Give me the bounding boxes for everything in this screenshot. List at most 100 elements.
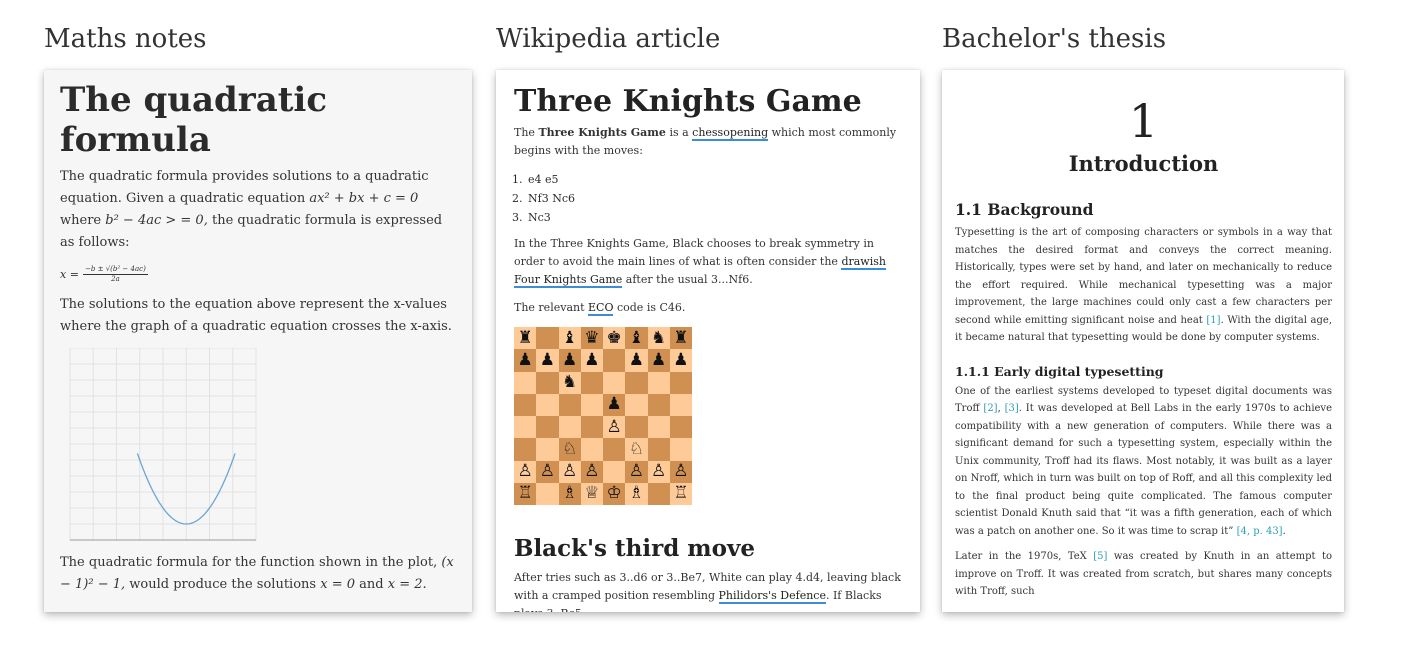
chess-square — [580, 371, 603, 394]
thesis-paragraph-1: Typesetting is the art of composing char… — [955, 227, 1332, 343]
chess-square — [647, 438, 670, 461]
link-philidor[interactable]: Philidors's Defence — [718, 589, 826, 604]
chess-square: ♟ — [514, 349, 537, 372]
chess-square — [603, 460, 626, 483]
chess-square: ♘ — [625, 438, 648, 461]
chess-square — [558, 393, 581, 416]
parabola-plot — [60, 347, 266, 548]
chess-square: ♕ — [580, 482, 603, 505]
maths-title: The quadratic formula — [60, 80, 328, 160]
chess-square — [514, 416, 537, 439]
wikipedia-card: Three Knights Game The Three Knights Gam… — [496, 70, 920, 612]
chess-square: ♖ — [669, 482, 692, 505]
wiki-section-title: Black's third move — [514, 535, 755, 562]
math-equation: ax² + bx + c = 0 — [309, 191, 419, 206]
chess-square: ♛ — [580, 327, 603, 350]
chess-square — [603, 349, 626, 372]
chess-square: ♙ — [580, 460, 603, 483]
chess-square — [625, 371, 648, 394]
maths-notes-card: The quadratic formula The quadratic form… — [44, 70, 472, 612]
chess-square: ♟ — [647, 349, 670, 372]
chess-square: ♙ — [536, 460, 559, 483]
chess-square: ♟ — [603, 393, 626, 416]
chess-square: ♜ — [514, 327, 537, 350]
chess-square: ♗ — [558, 482, 581, 505]
chess-square — [536, 438, 559, 461]
chapter-number: 1 — [1128, 94, 1159, 148]
citation-link[interactable]: [3] — [1005, 403, 1019, 414]
moves-list: e4 e5 Nf3 Nc6 Nc3 — [514, 170, 902, 227]
maths-paragraph-2: The solutions to the equation above repr… — [60, 297, 452, 334]
thesis-card: 1 Introduction 1.1 Background Typesettin… — [942, 70, 1344, 612]
wiki-paragraph-2: In the Three Knights Game, Black chooses… — [514, 237, 886, 288]
chess-square — [647, 393, 670, 416]
citation-link[interactable]: [1] — [1206, 315, 1220, 326]
chess-square: ♝ — [625, 327, 648, 350]
math-condition: b² − 4ac > = 0, — [105, 213, 208, 228]
list-item: Nf3 Nc6 — [526, 189, 902, 208]
link-drawish[interactable]: drawish — [841, 255, 886, 270]
chess-square — [536, 371, 559, 394]
chess-square: ♘ — [558, 438, 581, 461]
chess-board: ♜ ♝ ♛ ♚ ♝ ♞ ♜ ♟ ♟ ♟ ♟ ♟ ♟ ♟ ♞ ♟ ♙ ♘ ♘ ♙ ♙ ♙ ♙ ♙ ♙ ♙ ♖ ♗ ♕ ♔ ♗ ♖ — [514, 327, 692, 505]
wiki-paragraph-3: The relevant ECO code is C46. — [514, 301, 686, 316]
chess-square: ♟ — [536, 349, 559, 372]
column-title-thesis: Bachelor's thesis — [942, 24, 1167, 54]
chess-square: ♟ — [669, 349, 692, 372]
chess-square — [514, 393, 537, 416]
chess-square — [603, 438, 626, 461]
wiki-intro: The Three Knights Game is a chessopening… — [514, 126, 897, 157]
chess-square — [625, 393, 648, 416]
chess-square — [580, 416, 603, 439]
chess-square — [514, 438, 537, 461]
citation-link[interactable]: [4, p. 43] — [1237, 526, 1283, 537]
chess-square — [536, 393, 559, 416]
maths-paragraph-1: The quadratic formula provides solutions… — [60, 169, 443, 250]
chess-square — [536, 327, 559, 350]
chess-square — [514, 371, 537, 394]
chess-square: ♞ — [647, 327, 670, 350]
chess-square: ♟ — [625, 349, 648, 372]
citation-link[interactable]: [5] — [1093, 551, 1107, 562]
chess-square: ♖ — [514, 482, 537, 505]
wiki-paragraph-4: After tries such as 3..d6 or 3..Be7, Whi… — [514, 571, 901, 612]
thesis-paragraph-3: Later in the 1970s, TeX [5] was created … — [955, 551, 1333, 597]
subsection-title: 1.1.1 Early digital typesetting — [955, 363, 1164, 379]
chess-square: ♙ — [514, 460, 537, 483]
chess-square: ♙ — [558, 460, 581, 483]
maths-paragraph-3: The quadratic formula for the function s… — [60, 555, 454, 592]
chess-square: ♗ — [625, 482, 648, 505]
column-title-wikipedia: Wikipedia article — [496, 24, 721, 54]
chess-square: ♙ — [625, 460, 648, 483]
link-four-knights[interactable]: Four Knights Game — [514, 273, 623, 288]
chess-square: ♞ — [558, 371, 581, 394]
quadratic-formula: x = −b ± √(b² − 4ac) 2a — [60, 265, 148, 283]
chess-square: ♝ — [558, 327, 581, 350]
chess-square: ♟ — [558, 349, 581, 372]
column-title-maths: Maths notes — [44, 24, 207, 54]
chess-square — [647, 482, 670, 505]
chess-square — [536, 416, 559, 439]
thesis-paragraph-2: One of the earliest systems developed to… — [955, 385, 1332, 537]
chess-square: ♙ — [669, 460, 692, 483]
link-eco[interactable]: ECO — [588, 301, 614, 316]
chess-square — [669, 438, 692, 461]
chess-square — [580, 438, 603, 461]
chess-square — [625, 416, 648, 439]
chess-square: ♙ — [603, 416, 626, 439]
chess-square — [536, 482, 559, 505]
chess-square — [647, 416, 670, 439]
citation-link[interactable]: [2] — [983, 403, 997, 414]
chess-square: ♟ — [580, 349, 603, 372]
section-title: 1.1 Background — [955, 200, 1094, 219]
chess-square — [558, 416, 581, 439]
link-opening[interactable]: opening — [723, 126, 769, 141]
chess-square: ♙ — [647, 460, 670, 483]
chess-square — [647, 371, 670, 394]
wiki-title: Three Knights Game — [514, 84, 862, 119]
list-item: e4 e5 — [526, 170, 902, 189]
chess-square — [603, 371, 626, 394]
link-chess[interactable]: chess — [692, 126, 724, 141]
chapter-title: Introduction — [1068, 151, 1219, 176]
chess-square — [580, 393, 603, 416]
